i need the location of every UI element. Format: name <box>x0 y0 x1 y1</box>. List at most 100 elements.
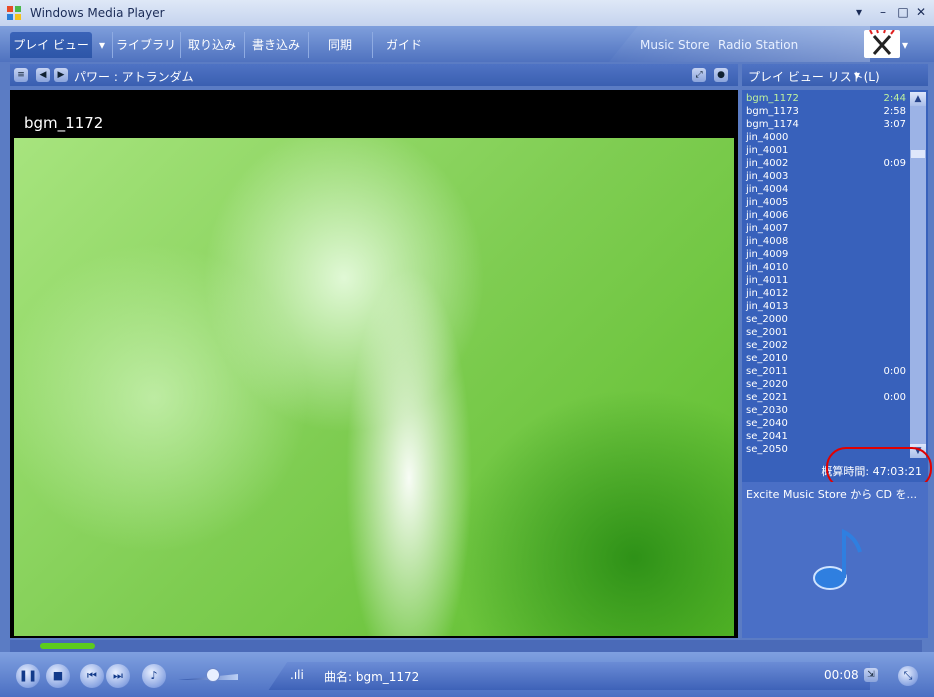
playlist-item-name: jin_4011 <box>746 275 789 286</box>
playlist-item[interactable]: se_2020 <box>746 378 906 391</box>
playlist-item-name: bgm_1174 <box>746 119 799 130</box>
playlist-item-duration: 0:00 <box>883 366 906 377</box>
tab-library[interactable]: ライブラリ <box>112 32 179 58</box>
playlist-item-name: jin_4001 <box>746 145 789 156</box>
playlist-item[interactable]: bgm_1173 2:58 <box>746 105 906 118</box>
stop-button[interactable]: ■ <box>46 664 70 688</box>
playlist-item-duration: 0:09 <box>883 158 906 169</box>
playlist-item-name: jin_4000 <box>746 132 789 143</box>
playlist-item[interactable]: jin_4009 <box>746 248 906 261</box>
playlist-item-name: jin_4013 <box>746 301 789 312</box>
radio-station-link[interactable]: Radio Station <box>718 32 798 58</box>
compact-mode-icon[interactable]: ⇲ <box>864 668 878 682</box>
window-title: Windows Media Player <box>30 6 165 20</box>
playlist-item[interactable]: jin_4002 0:09 <box>746 157 906 170</box>
next-visualization-icon[interactable]: ▶ <box>54 68 68 82</box>
playlist-item[interactable]: se_2001 <box>746 326 906 339</box>
playlist-item-name: se_2020 <box>746 379 788 390</box>
excite-logo-icon[interactable] <box>864 29 900 58</box>
playlist-item-name: jin_4002 <box>746 158 789 169</box>
playlist-item[interactable]: jin_4006 <box>746 209 906 222</box>
shop-icon[interactable]: ● <box>714 68 728 82</box>
playlist-item-name: se_2010 <box>746 353 788 364</box>
visualization-name: パワー : アトランダム <box>74 70 194 84</box>
volume-knob[interactable] <box>206 668 220 682</box>
playlist-item[interactable]: jin_4013 <box>746 300 906 313</box>
playlist-item-name: jin_4003 <box>746 171 789 182</box>
mute-button[interactable]: ♪ <box>142 664 166 688</box>
playlist-item[interactable]: se_2002 <box>746 339 906 352</box>
scroll-up-icon[interactable]: ▲ <box>910 92 926 106</box>
playlist-item-name: jin_4008 <box>746 236 789 247</box>
playlist-item-name: jin_4007 <box>746 223 789 234</box>
playlist-item[interactable]: bgm_1174 3:07 <box>746 118 906 131</box>
excite-text: Excite Music Store から CD を... <box>746 488 917 501</box>
playlist-toggle-icon[interactable]: ≡ <box>14 68 28 82</box>
music-store-link[interactable]: Music Store <box>640 32 710 58</box>
seek-progress <box>40 643 95 649</box>
playlist-item-duration: 2:58 <box>883 106 906 117</box>
playlist-scrollbar[interactable]: ▲ ▼ <box>910 92 926 458</box>
close-button[interactable]: ✕ <box>912 4 930 20</box>
playlist-item-duration: 3:07 <box>883 119 906 130</box>
transport-controls: ❚❚ ■ ⏮ ⏭ ♪ .ıli 曲名: bgm_1172 00:08 ⇲ ⤡ <box>0 652 934 697</box>
maximize-button[interactable]: □ <box>894 4 912 20</box>
playlist-item-name: jin_4010 <box>746 262 789 273</box>
playlist-item[interactable]: jin_4005 <box>746 196 906 209</box>
playlist-item[interactable]: bgm_1172 2:44 <box>746 92 906 105</box>
tab-now-playing[interactable]: プレイ ビュー <box>10 32 92 58</box>
playlist-item-name: se_2021 <box>746 392 788 403</box>
playlist-item[interactable]: jin_4012 <box>746 287 906 300</box>
tab-now-playing-dropdown-icon[interactable]: ▾ <box>94 32 110 58</box>
playlist-item-name: se_2011 <box>746 366 788 377</box>
video-area[interactable]: bgm_1172 <box>10 90 738 638</box>
playlist-item-name: se_2002 <box>746 340 788 351</box>
playlist-item[interactable]: jin_4008 <box>746 235 906 248</box>
now-playing-header: ≡ ◀ ▶ パワー : アトランダム ⤢ ● <box>10 64 738 86</box>
next-button[interactable]: ⏭ <box>106 664 130 688</box>
tab-burn[interactable]: 書き込み <box>244 32 307 58</box>
playlist-item-duration: 2:44 <box>883 93 906 104</box>
tab-rip[interactable]: 取り込み <box>180 32 243 58</box>
playlist-item-name: bgm_1173 <box>746 106 799 117</box>
fullscreen-icon[interactable]: ⤢ <box>692 68 706 82</box>
tab-guide[interactable]: ガイド <box>372 32 435 58</box>
playlist-dropdown-icon[interactable]: ▾ <box>854 68 860 82</box>
track-label: 曲名: bgm_1172 <box>324 670 420 684</box>
playlist-item[interactable]: se_2030 <box>746 404 906 417</box>
prev-visualization-icon[interactable]: ◀ <box>36 68 50 82</box>
playlist-item-name: se_2001 <box>746 327 788 338</box>
skin-mode-button[interactable]: ⤡ <box>898 666 918 686</box>
playlist-header[interactable]: プレイ ビュー リスト(L) ▾ <box>742 64 928 86</box>
playlist-item[interactable]: se_2021 0:00 <box>746 391 906 404</box>
playlist-item[interactable]: jin_4001 <box>746 144 906 157</box>
playlist: bgm_1172 2:44 bgm_1173 2:58 bgm_1174 3:07 jin_… <box>742 90 928 460</box>
minimize-button[interactable]: – <box>874 4 892 20</box>
playlist-item[interactable]: jin_4004 <box>746 183 906 196</box>
store-dropdown-icon[interactable]: ▾ <box>902 38 908 52</box>
playlist-item-name: se_2041 <box>746 431 788 442</box>
playlist-item-name: jin_4009 <box>746 249 789 260</box>
equalizer-icon: .ıli <box>290 668 304 682</box>
menu-dropdown-icon[interactable]: ▾ <box>850 4 868 20</box>
playlist-item[interactable]: jin_4003 <box>746 170 906 183</box>
pause-button[interactable]: ❚❚ <box>16 664 40 688</box>
tab-sync[interactable]: 同期 <box>308 32 371 58</box>
playlist-item[interactable]: se_2041 <box>746 430 906 443</box>
playlist-item-name: bgm_1172 <box>746 93 799 104</box>
playlist-item[interactable]: se_2000 <box>746 313 906 326</box>
playlist-item[interactable]: se_2011 0:00 <box>746 365 906 378</box>
previous-button[interactable]: ⏮ <box>80 664 104 688</box>
playlist-item[interactable]: jin_4007 <box>746 222 906 235</box>
playlist-item[interactable]: jin_4010 <box>746 261 906 274</box>
playlist-item[interactable]: jin_4000 <box>746 131 906 144</box>
playlist-item[interactable]: se_2010 <box>746 352 906 365</box>
playlist-item[interactable]: se_2040 <box>746 417 906 430</box>
playlist-item-name: jin_4006 <box>746 210 789 221</box>
windows-logo-icon <box>7 6 21 20</box>
playlist-item-name: jin_4004 <box>746 184 789 195</box>
scroll-thumb[interactable] <box>911 150 925 158</box>
seek-bar[interactable] <box>10 640 922 652</box>
playlist-item[interactable]: jin_4011 <box>746 274 906 287</box>
playlist-item-name: se_2050 <box>746 444 788 455</box>
